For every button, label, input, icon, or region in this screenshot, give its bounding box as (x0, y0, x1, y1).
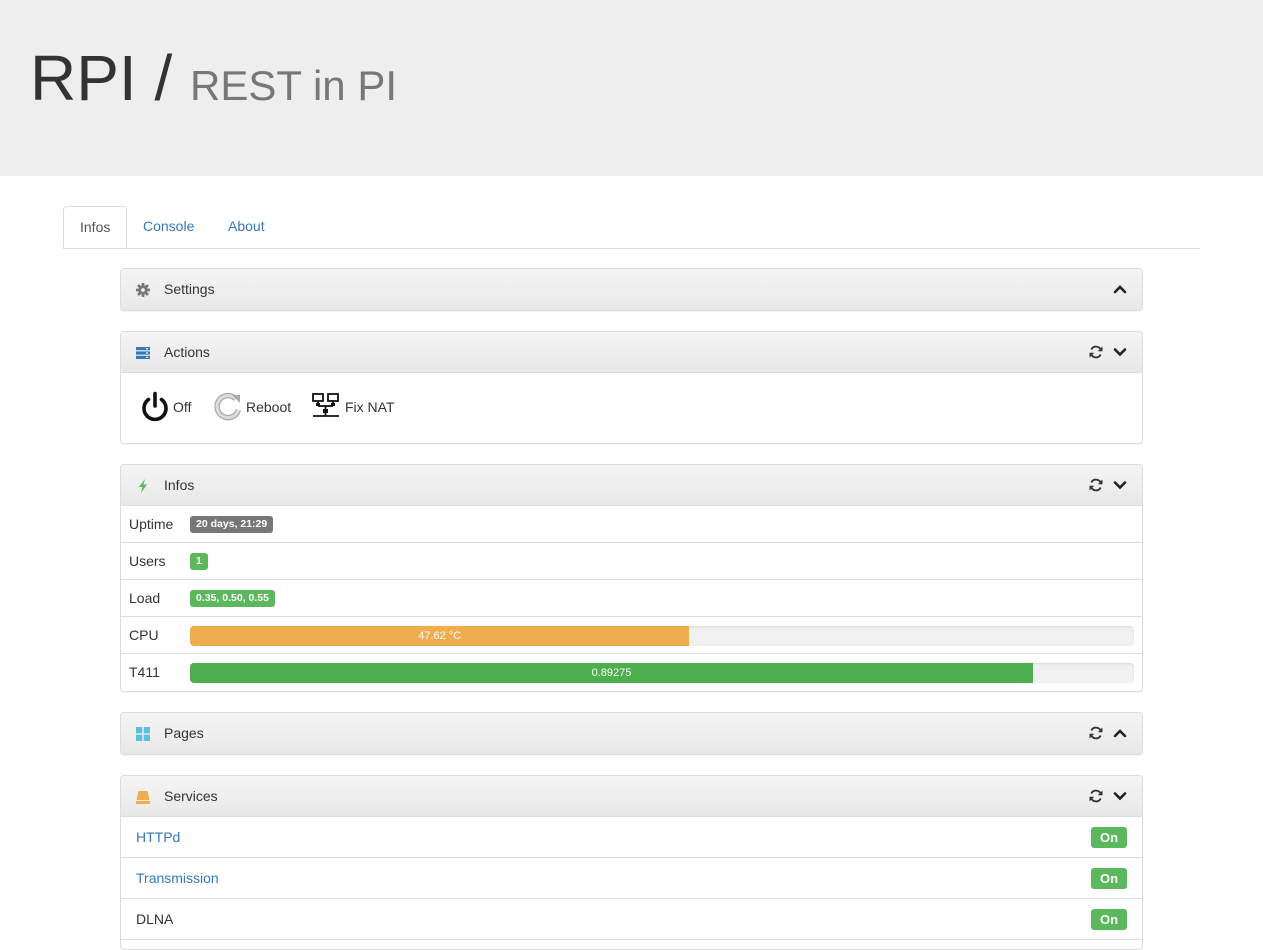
power-icon (142, 391, 168, 422)
reboot-icon (214, 392, 242, 421)
cpu-progress-fill: 47.62 °C (190, 626, 690, 646)
page-subtitle: REST in PI (190, 62, 397, 109)
chevron-down-icon[interactable] (1112, 477, 1128, 493)
title-text: RPI / (30, 42, 173, 114)
service-row-httpd: HTTPd On (121, 817, 1142, 858)
service-toggle-dlna[interactable]: On (1091, 909, 1127, 930)
t411-label: T411 (129, 664, 160, 680)
fix-nat-button[interactable]: Fix NAT (311, 391, 395, 423)
pages-panel-header[interactable]: Pages (121, 713, 1142, 754)
services-panel: Services HTTPd On Transmission On DLNA O… (120, 775, 1143, 950)
windows-icon (136, 727, 150, 741)
service-link-httpd[interactable]: HTTPd (136, 817, 180, 857)
service-name-dlna: DLNA (136, 911, 174, 927)
chevron-down-icon[interactable] (1112, 344, 1128, 360)
service-toggle-transmission[interactable]: On (1091, 868, 1127, 889)
page-title: RPI / REST in PI (30, 46, 397, 110)
t411-progress-fill: 0.89275 (190, 663, 1033, 683)
actions-panel-header: Actions (121, 332, 1142, 373)
cpu-progress-bar: 47.62 °C (190, 626, 1134, 646)
users-row: Users 1 (121, 543, 1142, 580)
infos-panel-header: Infos (121, 465, 1142, 506)
tab-infos[interactable]: Infos (63, 206, 128, 248)
tab-console[interactable]: Console (127, 206, 210, 247)
settings-panel-title: Settings (164, 281, 215, 297)
service-row-transmission: Transmission On (121, 858, 1142, 899)
reboot-button[interactable]: Reboot (212, 391, 291, 423)
infos-panel-title: Infos (164, 477, 195, 493)
t411-row: T411 0.89275 (121, 654, 1142, 691)
load-badge: 0.35, 0.50, 0.55 (190, 590, 275, 607)
pages-panel: Pages (120, 712, 1143, 755)
load-label: Load (129, 590, 161, 606)
uptime-label: Uptime (129, 516, 174, 532)
load-row: Load 0.35, 0.50, 0.55 (121, 580, 1142, 617)
uptime-badge: 20 days, 21:29 (190, 516, 274, 533)
refresh-icon[interactable] (1088, 788, 1104, 804)
nav-tabs: Infos Console About (63, 206, 1200, 249)
refresh-icon[interactable] (1088, 477, 1104, 493)
pages-panel-title: Pages (164, 725, 204, 741)
off-label: Off (173, 399, 192, 415)
tab-about[interactable]: About (212, 206, 281, 247)
t411-progress-bar: 0.89275 (190, 663, 1134, 683)
cpu-label: CPU (129, 627, 159, 643)
services-panel-title: Services (164, 788, 218, 804)
infos-panel: Infos Uptime 20 days, 21:29 Users 1 Load… (120, 464, 1143, 692)
settings-panel: Settings (120, 268, 1143, 311)
refresh-icon[interactable] (1088, 725, 1104, 741)
actions-panel: Actions Off Reboot Fix NAT (120, 331, 1143, 444)
services-panel-header: Services (121, 776, 1142, 817)
network-icon (312, 393, 339, 417)
actions-panel-body: Off Reboot Fix NAT (121, 373, 1142, 442)
reboot-label: Reboot (246, 399, 292, 415)
cpu-row: CPU 47.62 °C (121, 617, 1142, 654)
disk-icon (136, 791, 150, 804)
users-label: Users (129, 553, 166, 569)
bolt-icon (139, 479, 147, 493)
off-button[interactable]: Off (140, 391, 191, 423)
chevron-up-icon[interactable] (1112, 725, 1128, 741)
actions-panel-title: Actions (164, 344, 210, 360)
chevron-down-icon[interactable] (1112, 788, 1128, 804)
uptime-row: Uptime 20 days, 21:29 (121, 506, 1142, 543)
refresh-icon[interactable] (1088, 344, 1104, 360)
page-header: RPI / REST in PI (0, 0, 1263, 176)
server-icon (136, 347, 150, 359)
service-link-transmission[interactable]: Transmission (136, 858, 219, 898)
fix-nat-label: Fix NAT (345, 399, 395, 415)
service-toggle-httpd[interactable]: On (1091, 827, 1127, 848)
users-badge: 1 (190, 553, 208, 570)
service-row-dlna: DLNA On (121, 899, 1142, 940)
settings-panel-header[interactable]: Settings (121, 269, 1142, 310)
chevron-up-icon[interactable] (1112, 281, 1128, 297)
gear-icon (136, 283, 150, 297)
